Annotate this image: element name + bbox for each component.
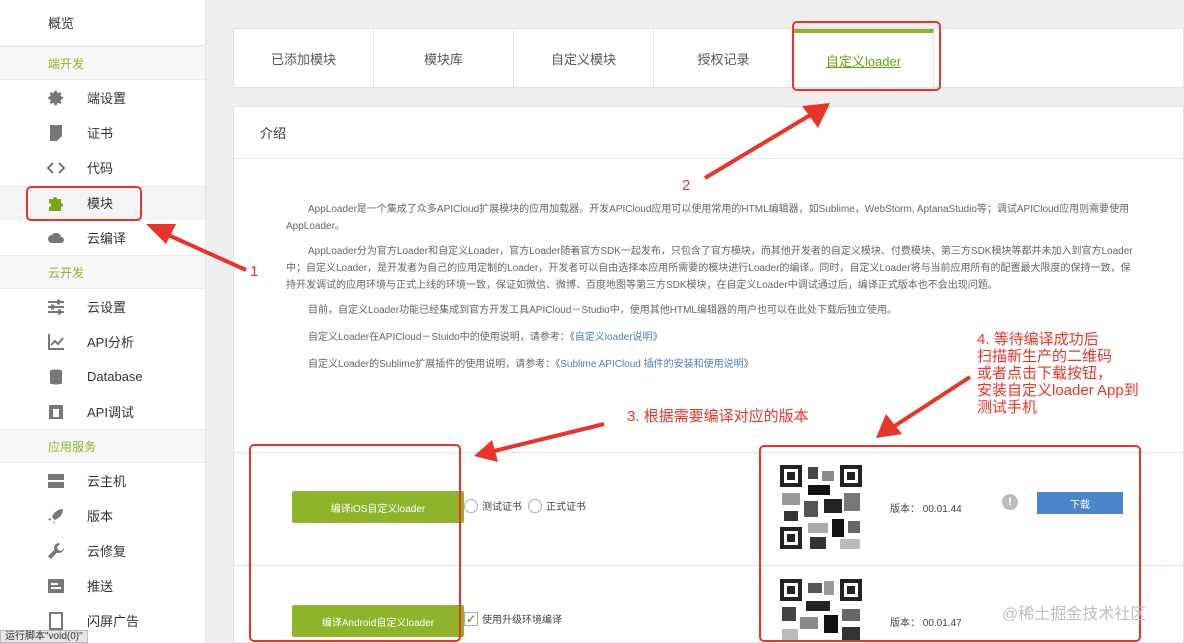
radio-label: 正式证书 [546,502,586,513]
rocket-icon [46,506,66,526]
intro-paragraph: AppLoader分为官方Loader和自定义Loader，官方Loader随着… [286,246,1133,291]
sublime-plugin-doc-link[interactable]: Sublime APICloud 插件的安装和使用说明 [560,359,743,370]
watermark: @稀土掘金技术社区 [1002,606,1147,623]
sidebar-item-cloud-settings[interactable]: 云设置 [0,289,205,324]
sidebar-item-database[interactable]: Database [0,359,205,394]
check-icon: ✓ [464,611,478,626]
sliders-icon [46,297,66,317]
text: 自定义Loader的Sublime扩展插件的使用说明，请参考：《 [308,359,561,370]
chart-icon [46,332,66,352]
sidebar-item-label: 云修复 [87,544,127,559]
sidebar-item-module[interactable]: 模块 [0,185,205,220]
annotation-step-4: 4. 等待编译成功后 扫描新生产的二维码 或者点击下载按钮， 安装自定义load… [977,331,1139,416]
ios-version: 版本： 00.01.44 [890,500,962,515]
version-label: 版本： [890,504,920,515]
compile-ios-loader-button[interactable]: 编译iOS自定义loader [292,491,464,523]
sidebar-item-cloud-fix[interactable]: 云修复 [0,533,205,568]
custom-loader-doc-link[interactable]: 自定义loader说明 [575,332,653,343]
sidebar-item-api-analysis[interactable]: API分析 [0,324,205,359]
intro-paragraph: AppLoader是一个集成了众多APICloud扩展模块的应用加载器。开发AP… [286,204,1130,232]
sidebar-item-certificate[interactable]: 证书 [0,115,205,150]
tab-custom-modules[interactable]: 自定义模块 [514,29,654,87]
sidebar-item-label: 模块 [87,196,114,211]
checkbox-upgrade-env-compile[interactable]: ✓ 使用升级环境编译 [464,611,562,626]
text: 》 [652,332,663,343]
radio-circle [528,498,542,513]
wrench-icon [46,541,66,561]
text: 》 [743,359,754,370]
divider [234,565,1184,566]
warning-icon[interactable]: ! [1002,494,1018,510]
puzzle-icon [46,193,66,213]
annotation-line: 安装自定义loader App到 [977,382,1139,399]
sidebar-item-label: 闪屏广告 [87,614,140,629]
code-icon [46,158,66,178]
version-label: 版本： [890,618,920,629]
sidebar-item-label: API调试 [87,405,134,420]
server-icon [46,471,66,491]
divider [234,452,1184,453]
sidebar-section-app-services: 应用服务 [0,429,205,463]
radio-test-certificate[interactable]: 测试证书 [464,498,522,513]
sidebar-item-label: Database [87,369,143,384]
sidebar-item-label: 端设置 [87,91,127,106]
push-icon [46,576,66,596]
annotation-line: 测试手机 [977,399,1038,416]
status-bar-tooltip: 运行脚本"void(0)" [0,630,88,643]
ios-qr-code [778,463,864,551]
text: 自定义Loader在APICloud－Stuido中的使用说明，请参考：《 [308,332,575,343]
sidebar-item-label: 云编译 [87,231,127,246]
sidebar-item-version[interactable]: 版本 [0,498,205,533]
gear-icon [46,88,66,108]
database-icon [46,367,66,387]
certificate-icon [46,123,66,143]
sidebar-item-cloud-compile[interactable]: 云编译 [0,220,205,255]
sidebar-item-label: 云主机 [87,474,127,489]
sidebar-item-api-debug[interactable]: API调试 [0,394,205,429]
android-qr-code [778,577,864,643]
cloud-icon [46,228,66,248]
sidebar-item-client-settings[interactable]: 端设置 [0,80,205,115]
sidebar-section-client-dev: 端开发 [0,46,205,80]
annotation-line: 扫描新生产的二维码 [977,348,1113,365]
radio-circle [464,498,478,513]
sidebar-section-cloud-dev: 云开发 [0,255,205,289]
tab-added-modules[interactable]: 已添加模块 [234,29,374,87]
api-debug-icon [46,402,66,422]
sidebar-item-code[interactable]: 代码 [0,150,205,185]
tab-custom-loader[interactable]: 自定义loader [794,29,934,87]
sidebar-item-label: API分析 [87,335,134,350]
intro-paragraph: 目前，自定义Loader功能已经集成到官方开发工具APICloud－Studio… [308,305,897,316]
checkbox-label: 使用升级环境编译 [482,615,562,626]
annotation-step-1: 1 [250,263,259,280]
sidebar-item-overview[interactable]: 概览 [0,0,205,46]
sidebar: 概览 端开发 端设置 证书 代码 模块 云编译 云开发 云设置 API分析 Da… [0,0,206,643]
sidebar-item-push[interactable]: 推送 [0,568,205,603]
android-version: 版本： 00.01.47 [890,614,962,629]
ad-icon [46,611,66,631]
tab-bar: 已添加模块 模块库 自定义模块 授权记录 自定义loader [233,28,1184,88]
sidebar-item-label: 推送 [87,579,114,594]
annotation-step-3: 3. 根据需要编译对应的版本 [627,408,809,425]
version-value: 00.01.47 [922,618,962,629]
version-value: 00.01.44 [922,504,962,515]
panel-title: 介绍 [234,107,1183,159]
tab-module-library[interactable]: 模块库 [374,29,514,87]
sidebar-item-label: 证书 [87,126,114,141]
sidebar-item-label: 代码 [87,161,114,176]
radio-label: 测试证书 [482,502,522,513]
annotation-line: 4. 等待编译成功后 [977,331,1099,348]
annotation-line: 或者点击下载按钮， [977,365,1113,382]
sidebar-item-label: 云设置 [87,300,127,315]
sidebar-item-cloud-host[interactable]: 云主机 [0,463,205,498]
sidebar-item-label: 版本 [87,509,114,524]
compile-android-loader-button[interactable]: 编译Android自定义loader [292,605,464,637]
tab-authorization-records[interactable]: 授权记录 [654,29,794,87]
radio-production-certificate[interactable]: 正式证书 [528,498,586,513]
annotation-step-2: 2 [682,177,691,194]
download-button[interactable]: 下载 [1037,492,1123,514]
